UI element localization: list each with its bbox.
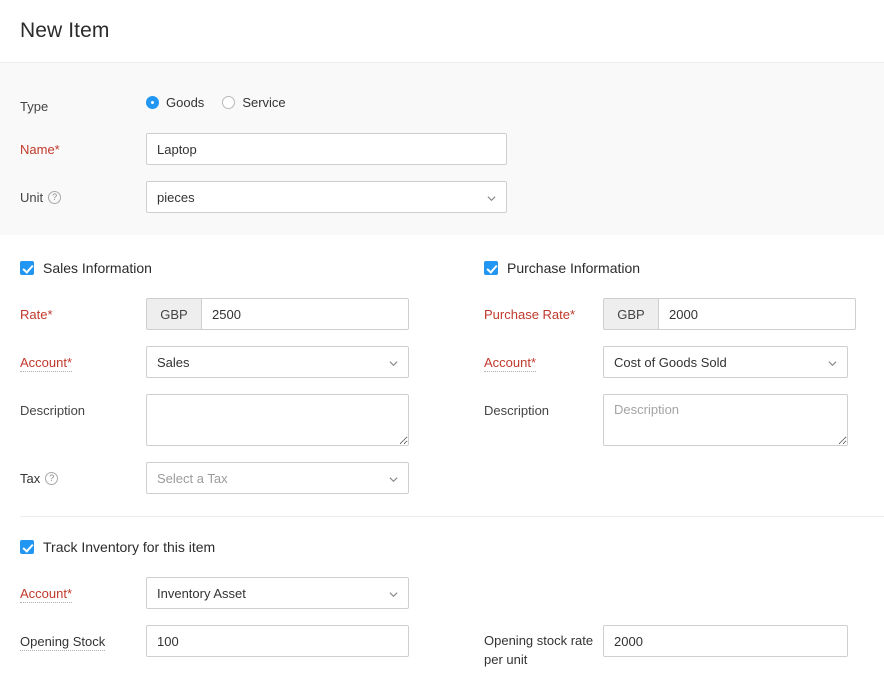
opening-stock-row-group: Opening Stock Opening stock rate per uni… [0,625,884,669]
opening-stock-input[interactable] [146,625,409,657]
purchase-rate-input[interactable] [658,298,856,330]
unit-control: pieces [146,181,507,213]
sales-purchase-columns: Sales Information Rate* GBP Account* Sal… [0,236,884,494]
unit-row: Unit? pieces [0,181,884,213]
purchase-rate-row: Purchase Rate* GBP [460,298,884,330]
purchase-information-checkbox-row[interactable]: Purchase Information [460,260,884,276]
purchase-account-row: Account* Cost of Goods Sold [460,346,884,378]
opening-stock-column: Opening Stock [0,625,460,669]
purchase-rate-control: GBP [603,298,848,330]
sales-account-select[interactable]: Sales [146,346,409,378]
sales-rate-label: Rate* [0,298,146,325]
page-title: New Item [20,19,110,43]
purchase-description-control [603,394,848,446]
purchase-information-checkbox[interactable] [484,261,498,275]
unit-help-icon[interactable]: ? [48,191,61,204]
sales-tax-label: Tax? [0,462,146,489]
chevron-down-icon [487,194,496,203]
basic-info-section: Type Goods Service Name* Unit? pieces [0,63,884,236]
purchase-description-textarea[interactable] [603,394,848,446]
opening-stock-rate-label: Opening stock rate per unit [460,625,603,669]
radio-goods-icon[interactable] [146,96,159,109]
type-radio-group[interactable]: Goods Service [146,90,286,110]
sales-rate-input[interactable] [201,298,409,330]
radio-service-label: Service [242,95,285,110]
page-header: New Item [0,0,884,63]
sales-account-row: Account* Sales [0,346,460,378]
tax-help-icon[interactable]: ? [45,472,58,485]
sales-account-value: Sales [157,355,190,370]
track-inventory-checkbox-row[interactable]: Track Inventory for this item [0,539,884,555]
unit-select[interactable]: pieces [146,181,507,213]
radio-option-service[interactable]: Service [222,95,285,110]
purchase-information-label: Purchase Information [507,260,640,276]
purchase-rate-input-group: GBP [603,298,848,330]
sales-description-row: Description [0,394,460,446]
sales-account-control: Sales [146,346,409,378]
sales-rate-input-group: GBP [146,298,409,330]
purchase-rate-currency: GBP [603,298,658,330]
purchase-description-row: Description [460,394,884,446]
opening-stock-control [146,625,409,657]
inventory-account-row: Account* Inventory Asset [0,577,884,609]
type-label: Type [0,90,146,117]
track-inventory-section: Track Inventory for this item Account* I… [0,517,884,669]
track-inventory-label: Track Inventory for this item [43,539,215,555]
sales-description-label: Description [0,394,146,421]
chevron-down-icon [389,475,398,484]
sales-rate-row: Rate* GBP [0,298,460,330]
purchase-account-label: Account* [460,346,603,373]
radio-service-icon[interactable] [222,96,235,109]
opening-stock-rate-row: Opening stock rate per unit [460,625,884,669]
opening-stock-rate-control [603,625,848,657]
sales-information-checkbox[interactable] [20,261,34,275]
sales-information-label: Sales Information [43,260,152,276]
chevron-down-icon [389,590,398,599]
chevron-down-icon [828,359,837,368]
sales-tax-value: Select a Tax [157,471,228,486]
sales-description-control [146,394,409,446]
opening-stock-label: Opening Stock [0,625,146,652]
inventory-account-select[interactable]: Inventory Asset [146,577,409,609]
sales-information-checkbox-row[interactable]: Sales Information [0,260,460,276]
sales-information-section: Sales Information Rate* GBP Account* Sal… [0,260,460,494]
opening-stock-rate-input[interactable] [603,625,848,657]
name-control [146,133,507,165]
sales-tax-control: Select a Tax [146,462,409,494]
name-input[interactable] [146,133,507,165]
purchase-account-value: Cost of Goods Sold [614,355,727,370]
purchase-description-label: Description [460,394,603,421]
radio-option-goods[interactable]: Goods [146,95,204,110]
purchase-rate-label: Purchase Rate* [460,298,603,325]
type-row: Type Goods Service [0,90,884,117]
sales-tax-row: Tax? Select a Tax [0,462,460,494]
opening-stock-row: Opening Stock [0,625,460,657]
unit-select-value: pieces [157,190,195,205]
inventory-account-value: Inventory Asset [157,586,246,601]
chevron-down-icon [389,359,398,368]
purchase-account-select[interactable]: Cost of Goods Sold [603,346,848,378]
purchase-information-section: Purchase Information Purchase Rate* GBP … [460,260,884,494]
radio-goods-label: Goods [166,95,204,110]
purchase-account-control: Cost of Goods Sold [603,346,848,378]
opening-stock-rate-column: Opening stock rate per unit [460,625,884,669]
sales-rate-currency: GBP [146,298,201,330]
inventory-account-label: Account* [0,577,146,604]
sales-rate-control: GBP [146,298,409,330]
name-label: Name* [0,133,146,160]
name-row: Name* [0,133,884,165]
unit-label: Unit? [0,181,146,208]
sales-account-label: Account* [0,346,146,373]
sales-description-textarea[interactable] [146,394,409,446]
sales-tax-select[interactable]: Select a Tax [146,462,409,494]
inventory-account-control: Inventory Asset [146,577,409,609]
track-inventory-checkbox[interactable] [20,540,34,554]
